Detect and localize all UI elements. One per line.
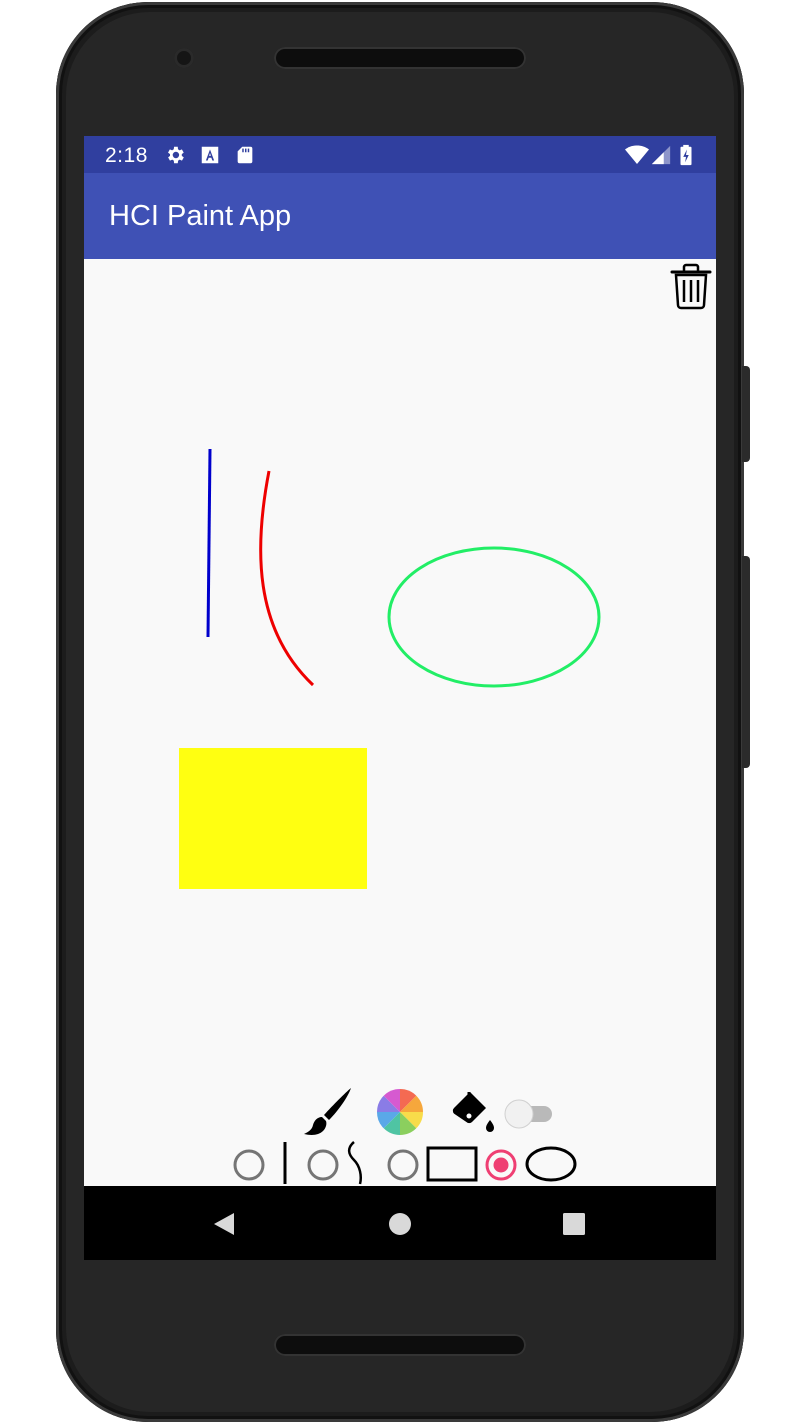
recents-icon[interactable] bbox=[562, 1212, 586, 1236]
brush-icon[interactable] bbox=[300, 1086, 354, 1138]
battery-charging-icon bbox=[680, 144, 692, 166]
home-icon[interactable] bbox=[387, 1211, 413, 1237]
rectangle-radio[interactable] bbox=[386, 1148, 420, 1182]
back-icon[interactable] bbox=[210, 1211, 236, 1237]
text-a-icon bbox=[201, 146, 219, 164]
freehand-radio[interactable] bbox=[306, 1148, 340, 1182]
yellow-rectangle bbox=[179, 748, 367, 889]
app-bar: HCI Paint App bbox=[84, 173, 716, 259]
line-shape-icon bbox=[283, 1142, 287, 1184]
screen: 2:18 HCI Paint App bbox=[84, 136, 716, 1260]
trash-icon[interactable] bbox=[668, 261, 714, 311]
power-button bbox=[742, 366, 750, 462]
shape-options bbox=[84, 1140, 716, 1188]
top-speaker bbox=[274, 47, 526, 69]
status-bar: 2:18 bbox=[84, 136, 716, 173]
sd-card-icon bbox=[237, 146, 253, 164]
green-ellipse bbox=[387, 546, 601, 688]
line-radio[interactable] bbox=[232, 1148, 266, 1182]
settings-icon bbox=[168, 146, 184, 164]
paint-bucket-icon[interactable] bbox=[450, 1086, 496, 1138]
freehand-shape-icon bbox=[347, 1141, 362, 1185]
cell-signal-icon bbox=[651, 145, 671, 165]
wifi-icon bbox=[625, 145, 649, 164]
blue-line bbox=[206, 448, 212, 638]
canvas-drawings bbox=[179, 448, 601, 889]
front-camera bbox=[174, 48, 194, 68]
ellipse-shape-icon bbox=[525, 1146, 577, 1182]
app-title: HCI Paint App bbox=[109, 200, 292, 232]
volume-button bbox=[742, 556, 750, 768]
status-time: 2:18 bbox=[105, 144, 148, 167]
drawing-canvas[interactable] bbox=[84, 259, 716, 1186]
fill-toggle-switch[interactable] bbox=[502, 1096, 556, 1130]
ellipse-radio-selected[interactable] bbox=[484, 1148, 518, 1182]
navigation-bar bbox=[84, 1186, 716, 1260]
color-wheel-icon[interactable] bbox=[376, 1088, 424, 1136]
tool-row bbox=[84, 1082, 716, 1140]
red-curve bbox=[259, 470, 315, 687]
bottom-speaker bbox=[274, 1334, 526, 1356]
rectangle-shape-icon bbox=[426, 1146, 478, 1182]
